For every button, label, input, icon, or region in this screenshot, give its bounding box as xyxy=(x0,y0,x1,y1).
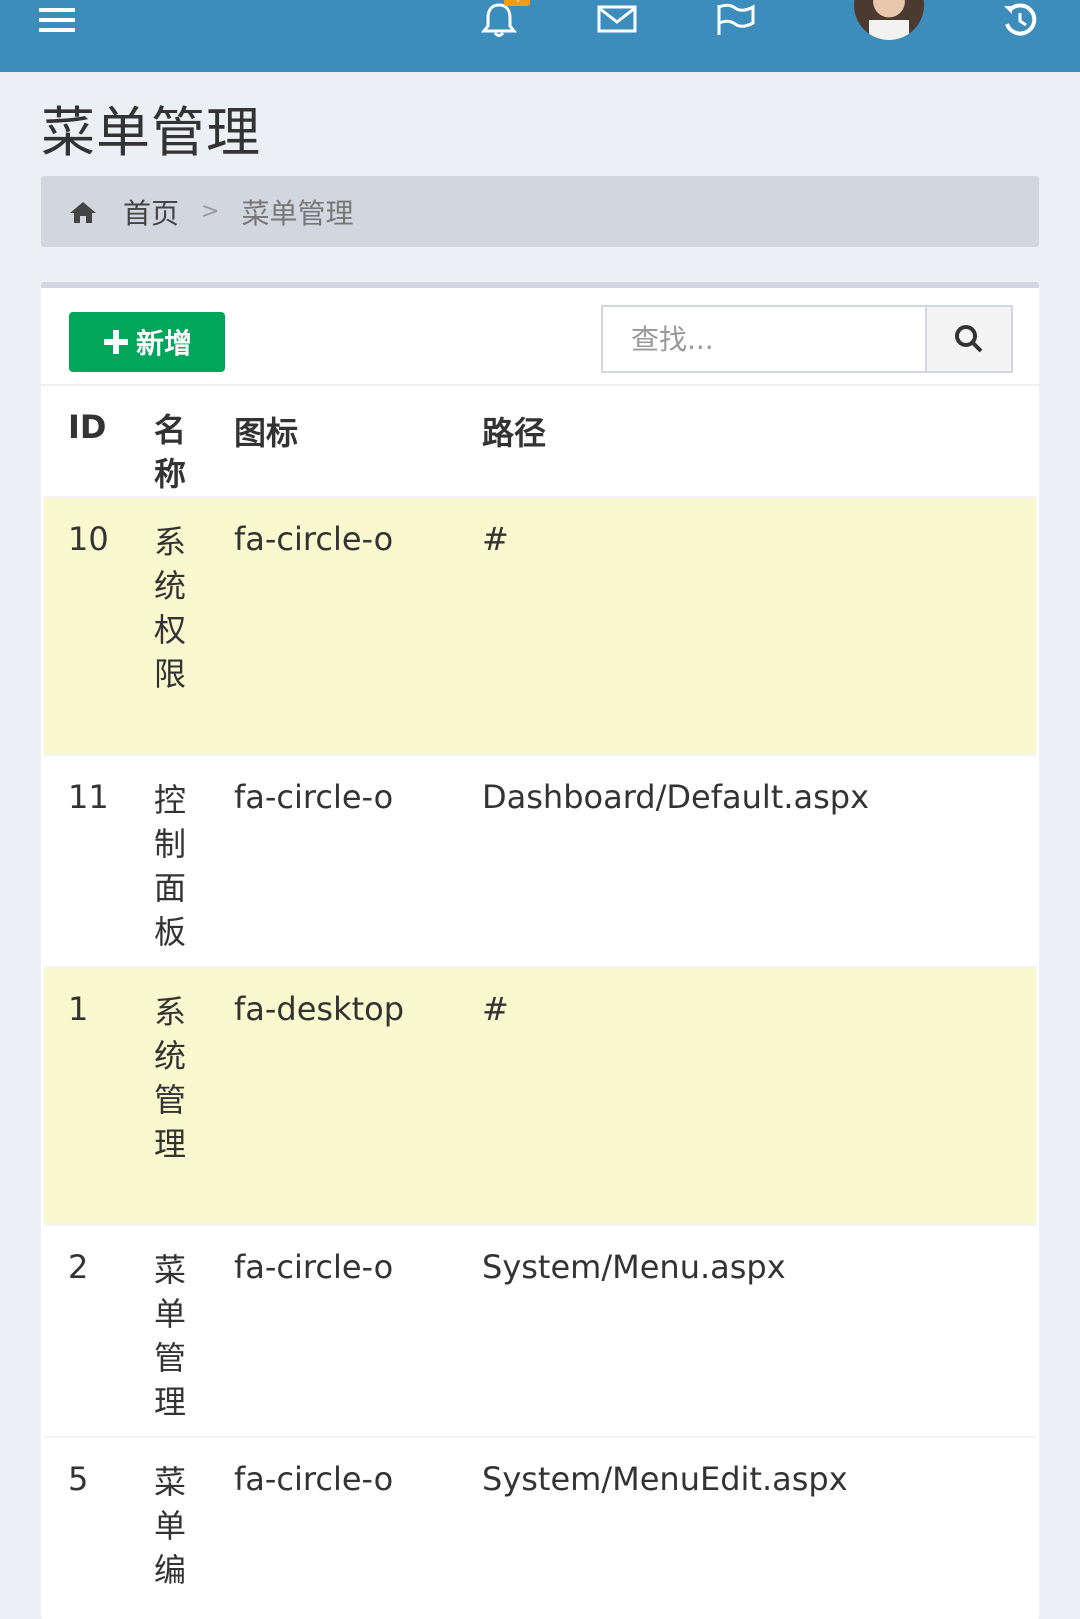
breadcrumb-home[interactable]: 首页 xyxy=(69,192,179,232)
cell-name: 菜单管理 xyxy=(154,1225,234,1437)
tasks-button[interactable] xyxy=(714,0,756,40)
home-icon xyxy=(70,201,96,223)
search-group xyxy=(601,305,1013,373)
flag-icon xyxy=(717,3,755,35)
cell-path: Dashboard/Default.aspx xyxy=(482,778,870,816)
breadcrumb-current: 菜单管理 xyxy=(241,196,354,230)
cell-icon: fa-desktop xyxy=(234,990,405,1028)
cell-name-text: 系统管理 xyxy=(154,993,187,1163)
table-row[interactable]: 1 系统管理 fa-desktop # xyxy=(44,967,1036,1225)
cell-path: # xyxy=(482,990,509,1028)
table-row[interactable]: 10 系统权限 fa-circle-o # xyxy=(44,497,1036,755)
breadcrumb-separator: > xyxy=(201,199,220,224)
sidebar-toggle-button[interactable] xyxy=(36,0,78,40)
cell-name-text: 菜单编 xyxy=(154,1463,187,1589)
history-icon xyxy=(1004,3,1037,36)
messages-button[interactable] xyxy=(594,0,640,40)
cell-id: 11 xyxy=(68,778,109,816)
box-header: 新增 xyxy=(41,288,1039,386)
cell-name-text: 控制面板 xyxy=(154,781,187,951)
column-header-path: 路径 xyxy=(482,414,547,452)
bars-icon xyxy=(39,8,75,32)
page-title: 菜单管理 xyxy=(41,101,261,164)
add-menu-label: 新增 xyxy=(135,328,192,359)
cell-name-text: 系统权限 xyxy=(154,523,187,693)
top-navbar: 4 xyxy=(0,0,1080,72)
column-header-name: 名称 xyxy=(154,386,234,497)
notifications-badge: 4 xyxy=(504,0,530,6)
add-menu-button[interactable]: 新增 xyxy=(69,312,225,372)
cell-id: 1 xyxy=(68,990,89,1028)
cell-name: 系统权限 xyxy=(154,497,234,755)
cell-id: 2 xyxy=(68,1248,89,1286)
table-row[interactable]: 11 控制面板 fa-circle-o Dashboard/Default.as… xyxy=(44,755,1036,967)
cell-name: 控制面板 xyxy=(154,755,234,967)
envelope-icon xyxy=(597,5,637,33)
bell-icon xyxy=(480,3,518,37)
cell-name-text: 菜单管理 xyxy=(154,1251,187,1421)
notifications-button[interactable]: 4 xyxy=(478,0,530,40)
search-icon xyxy=(955,325,983,353)
search-button[interactable] xyxy=(925,305,1013,373)
cell-path: # xyxy=(482,520,509,558)
cell-icon: fa-circle-o xyxy=(234,1248,394,1286)
search-input[interactable] xyxy=(601,305,925,373)
column-header-name-text: 名称 xyxy=(154,411,187,493)
history-button[interactable] xyxy=(1000,0,1040,40)
breadcrumb: 首页 > 菜单管理 xyxy=(41,176,1039,247)
column-header-id: ID xyxy=(68,408,107,446)
cell-path: System/Menu.aspx xyxy=(482,1248,786,1286)
cell-name: 菜单编 xyxy=(154,1437,234,1619)
cell-icon: fa-circle-o xyxy=(234,778,394,816)
menu-table: ID 名称 图标 路径 10 系统权限 fa-circle-o # 11 控制面… xyxy=(44,386,1036,1619)
cell-icon: fa-circle-o xyxy=(234,520,394,558)
cell-path: System/MenuEdit.aspx xyxy=(482,1460,848,1498)
cell-name: 系统管理 xyxy=(154,967,234,1225)
table-row[interactable]: 5 菜单编 fa-circle-o System/MenuEdit.aspx xyxy=(44,1437,1036,1619)
cell-icon: fa-circle-o xyxy=(234,1460,394,1498)
column-header-icon: 图标 xyxy=(234,414,299,452)
cell-id: 10 xyxy=(68,520,109,558)
table-row[interactable]: 2 菜单管理 fa-circle-o System/Menu.aspx xyxy=(44,1225,1036,1437)
menu-list-box: 新增 ID 名称 图标 路径 10 系统权限 fa xyxy=(41,282,1039,1619)
plus-icon xyxy=(103,330,128,354)
user-avatar[interactable] xyxy=(854,0,924,40)
table-header-row: ID 名称 图标 路径 xyxy=(44,386,1036,497)
cell-id: 5 xyxy=(68,1460,89,1498)
breadcrumb-home-label[interactable]: 首页 xyxy=(123,192,179,232)
